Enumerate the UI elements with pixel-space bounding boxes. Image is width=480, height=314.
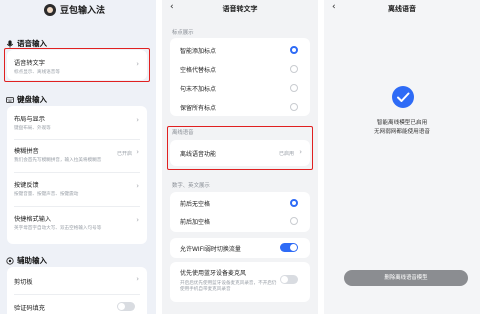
divider	[14, 172, 140, 173]
section-aux: 辅助输入	[6, 255, 47, 266]
chevron-right-icon: ›	[136, 148, 139, 156]
punct-option-space[interactable]: 空格代替标点	[180, 65, 216, 74]
punct-card: 智能添加标点 空格代替标点 句末不加标点 保留所有标点	[170, 38, 310, 116]
wifi-switch-toggle[interactable]	[280, 243, 298, 252]
chevron-right-icon: ›	[136, 216, 139, 224]
list-item-key-feedback[interactable]: 按键反馈 按键音量、按键声音、按键震动	[14, 180, 140, 197]
app-header: 豆包输入法	[0, 0, 156, 20]
bluetooth-mic-toggle[interactable]	[280, 275, 298, 284]
group-label-digits: 数字、英文展示	[172, 183, 210, 189]
highlight-box-offline	[167, 126, 313, 170]
list-item-layout[interactable]: 布局与显示 键盘布局、外观等	[14, 114, 140, 131]
divider	[14, 206, 140, 207]
digits-card: 前后无空格 前后加空格	[170, 192, 310, 232]
section-keyboard: 键盘输入	[6, 94, 47, 105]
keyboard-card: 布局与显示 键盘布局、外观等 › 模糊拼音 我们会首先写模糊拼音，输入拉美将模糊…	[7, 106, 147, 244]
status-badge: 已开启	[116, 151, 132, 157]
list-item-sub: 英字母首字自动大写、双击空格输入句号等	[14, 226, 102, 231]
list-item-quick-format[interactable]: 快捷格式输入 英字母首字自动大写、双击空格输入句号等	[14, 214, 140, 231]
app-title: 豆包输入法	[60, 6, 106, 16]
wifi-card: 允许WIFI弱时切换流量	[170, 238, 310, 258]
code-fill-toggle[interactable]	[117, 302, 135, 311]
microphone-icon	[6, 39, 14, 48]
avatar[interactable]	[44, 4, 56, 16]
page-title: 语音转文字	[222, 5, 258, 13]
radio-keep-all-punct[interactable]	[290, 103, 298, 111]
digit-option-add-space[interactable]: 前后加空格	[180, 217, 210, 226]
punct-option-smart[interactable]: 智能添加标点	[180, 46, 216, 55]
chevron-right-icon: ›	[136, 116, 139, 124]
voice-to-text-panel: ‹ 语音转文字 标点展示 智能添加标点 空格代替标点 句末不加标点 保留所有标点…	[162, 0, 318, 314]
highlight-box-voice	[4, 48, 150, 82]
wifi-switch-label: 允许WIFI弱时切换流量	[180, 246, 241, 253]
chevron-right-icon: ›	[136, 182, 139, 190]
offline-status-line1: 智能离线模型已启用	[376, 120, 428, 126]
chevron-right-icon: ›	[136, 275, 139, 283]
list-item-sub: 按键音量、按键声音、按键震动	[14, 192, 79, 197]
list-item-title: 剪切板	[14, 279, 33, 286]
bluetooth-mic-label: 优先使用蓝牙设备麦克风	[180, 270, 247, 277]
list-item-title: 按键反馈	[14, 182, 39, 189]
check-circle-icon	[392, 86, 414, 108]
divider	[14, 139, 140, 140]
radio-smart-punct[interactable]	[290, 46, 298, 54]
list-item-sub: 键盘布局、外观等	[14, 126, 51, 131]
list-item-title: 布局与显示	[14, 116, 45, 123]
list-item-sub: 我们会首先写模糊拼音，输入拉美将模糊音	[14, 158, 102, 163]
group-label-punct: 标点展示	[172, 30, 194, 36]
section-keyboard-label: 键盘输入	[17, 95, 47, 104]
offline-voice-panel: ‹ 离线语音 智能离线模型已启用 无网弱网都能使用语音 删除离线语音模型	[324, 0, 480, 314]
radio-add-space[interactable]	[290, 217, 298, 225]
offline-status-line2: 无网弱网都能使用语音	[374, 129, 430, 135]
radio-no-end-punct[interactable]	[290, 84, 298, 92]
bluetooth-mic-sub: 开启后优先使用蓝牙设备麦克风录音，不开启仍使用手机自带麦克风录音	[180, 281, 277, 292]
bluetooth-card: 优先使用蓝牙设备麦克风 开启后优先使用蓝牙设备麦克风录音，不开启仍使用手机自带麦…	[170, 262, 310, 302]
digit-option-no-space[interactable]: 前后无空格	[180, 199, 210, 208]
list-item-title: 快捷格式输入	[14, 216, 52, 223]
keyboard-icon	[6, 96, 14, 103]
punct-option-keep-all[interactable]: 保留所有标点	[180, 103, 216, 112]
aux-input-icon	[6, 256, 14, 265]
radio-space-punct[interactable]	[290, 65, 298, 73]
radio-no-space[interactable]	[290, 199, 298, 207]
divider	[14, 294, 140, 295]
aux-card: 剪切板 › 验证码填充	[7, 267, 147, 314]
punct-option-no-end[interactable]: 句末不加标点	[180, 84, 216, 93]
delete-offline-model-button[interactable]: 删除离线语音模型	[344, 270, 468, 286]
page-title: 离线语音	[388, 5, 416, 13]
list-item-clipboard[interactable]: 剪切板	[14, 277, 140, 286]
settings-home-panel: 豆包输入法 语音输入 语音转文字 标点显示、离线语音等 › 键盘输入 布局与显示…	[0, 0, 156, 314]
section-aux-label: 辅助输入	[17, 256, 47, 265]
